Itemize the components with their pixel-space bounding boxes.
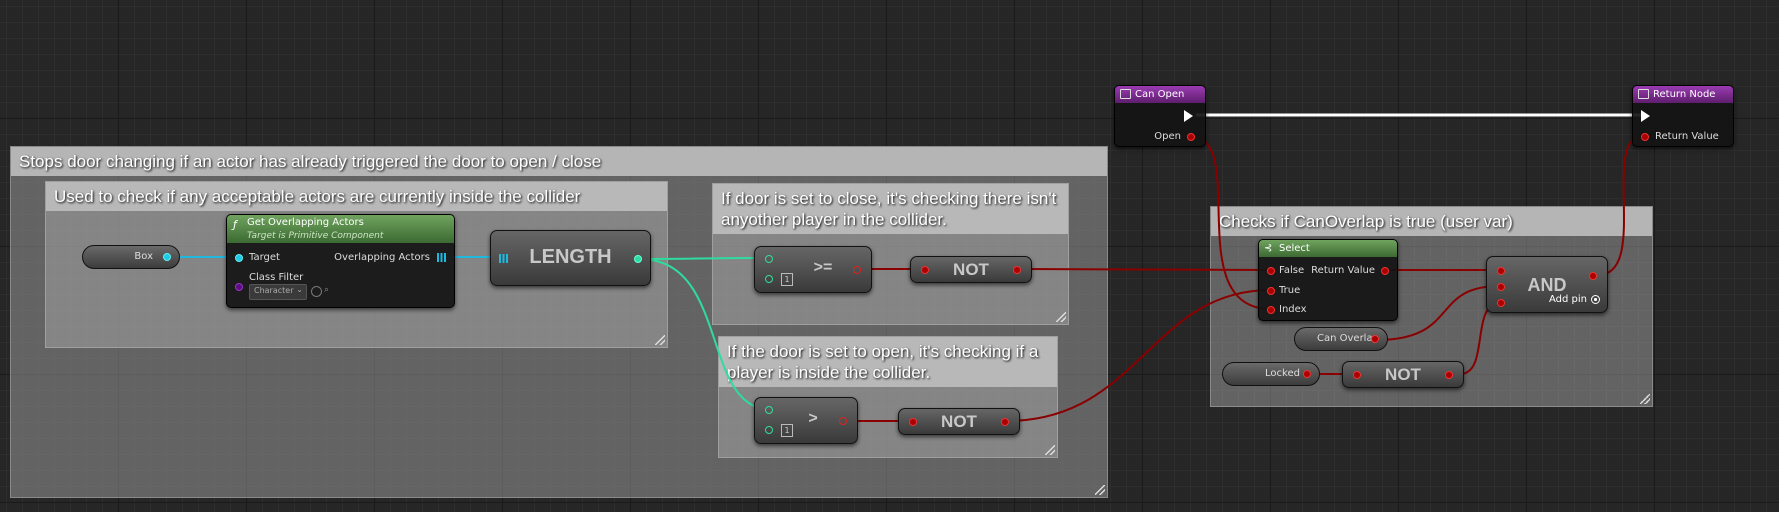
- gt-output-pin[interactable]: [839, 417, 847, 425]
- locked-label: Locked: [1265, 368, 1300, 379]
- box-output-pin[interactable]: [163, 253, 171, 261]
- and-output-pin[interactable]: [1589, 272, 1597, 280]
- not1-output-pin[interactable]: [1013, 266, 1021, 274]
- return-value-label: Return Value: [1655, 131, 1719, 142]
- use-selected-icon[interactable]: [311, 286, 322, 297]
- ge-output-pin[interactable]: [853, 266, 861, 274]
- can-open-header: Can Open: [1115, 86, 1205, 103]
- resize-grip-icon[interactable]: [655, 335, 665, 345]
- add-pin-label[interactable]: Add pin: [1549, 294, 1587, 305]
- select-true-label: True: [1279, 285, 1301, 296]
- select-index-pin[interactable]: [1267, 306, 1275, 314]
- exec-input-pin[interactable]: [1641, 110, 1650, 122]
- chevron-down-icon: ⌄: [296, 285, 303, 294]
- can-overlap-label: Can Overlap: [1317, 333, 1379, 344]
- can-overlap-variable[interactable]: Can Overlap: [1294, 327, 1388, 351]
- select-false-label: False: [1279, 265, 1305, 276]
- resize-grip-icon[interactable]: [1095, 485, 1105, 495]
- select-title: Select: [1279, 243, 1310, 254]
- class-filter-pin[interactable]: [235, 283, 243, 291]
- box-label: Box: [134, 251, 153, 262]
- greater-equal-node[interactable]: 1 >=: [754, 246, 872, 293]
- select-return-label: Return Value: [1311, 265, 1375, 276]
- select-output-pin[interactable]: [1381, 267, 1389, 275]
- comment-overlap-title: Used to check if any acceptable actors a…: [46, 182, 667, 211]
- class-filter-value: Character: [254, 286, 294, 295]
- resize-grip-icon[interactable]: [1045, 445, 1055, 455]
- return-node-title: Return Node: [1653, 89, 1716, 100]
- resize-grip-icon[interactable]: [1056, 312, 1066, 322]
- not3-output-pin[interactable]: [1445, 371, 1453, 379]
- array-output-pin-icon[interactable]: [437, 253, 446, 262]
- resize-grip-icon[interactable]: [1640, 394, 1650, 404]
- not-node-3[interactable]: NOT: [1342, 361, 1464, 388]
- length-output-pin[interactable]: [634, 255, 642, 263]
- target-input-pin[interactable]: [235, 254, 243, 262]
- select-icon: ⊰: [1264, 243, 1273, 254]
- comment-outer-title: Stops door changing if an actor has alre…: [11, 147, 1107, 176]
- comment-canoverlap-title: Checks if CanOverlap is true (user var): [1211, 207, 1652, 236]
- get-overlapping-actors-node[interactable]: ƒ Get Overlapping Actors Target is Primi…: [226, 214, 455, 308]
- function-entry-icon: [1120, 89, 1131, 99]
- locked-output-pin[interactable]: [1303, 370, 1311, 378]
- not-node-2[interactable]: NOT: [898, 408, 1020, 435]
- select-header: ⊰ Select: [1259, 240, 1397, 257]
- select-index-label: Index: [1279, 304, 1307, 315]
- comment-open-title: If the door is set to open, it's checkin…: [719, 337, 1057, 387]
- function-result-icon: [1638, 89, 1649, 99]
- ge-input-a-pin[interactable]: [765, 255, 773, 263]
- not-node-1[interactable]: NOT: [910, 256, 1032, 283]
- not2-output-pin[interactable]: [1001, 418, 1009, 426]
- open-output-pin[interactable]: [1187, 133, 1195, 141]
- comment-close-title: If door is set to close, it's checking t…: [713, 184, 1068, 234]
- class-filter-dropdown[interactable]: Character ⌄: [249, 284, 307, 300]
- greater-node[interactable]: 1 >: [754, 397, 858, 444]
- return-value-pin[interactable]: [1641, 133, 1649, 141]
- browse-search-icon[interactable]: ⌕: [324, 285, 329, 295]
- can-overlap-output-pin[interactable]: [1371, 335, 1379, 343]
- and-input-a-pin[interactable]: [1497, 267, 1505, 275]
- get-overlapping-title: Get Overlapping Actors: [247, 217, 364, 228]
- length-node[interactable]: LENGTH: [490, 230, 651, 286]
- locked-variable[interactable]: Locked: [1222, 362, 1320, 386]
- exec-output-pin[interactable]: [1184, 110, 1193, 122]
- and-node[interactable]: AND Add pin: [1486, 256, 1608, 313]
- ge-input-b-pin[interactable]: [765, 275, 773, 283]
- return-node-header: Return Node: [1633, 86, 1733, 103]
- get-overlapping-subtitle: Target is Primitive Component: [247, 231, 384, 241]
- select-node[interactable]: ⊰ Select False Return Value True Index: [1258, 239, 1398, 321]
- overlapping-actors-label: Overlapping Actors: [334, 252, 430, 263]
- open-label: Open: [1154, 131, 1181, 142]
- can-open-node[interactable]: Can Open Open: [1114, 85, 1206, 147]
- can-open-title: Can Open: [1135, 89, 1185, 100]
- length-label: LENGTH: [529, 246, 612, 268]
- function-icon: ƒ: [233, 218, 237, 231]
- and-input-c-pin[interactable]: [1497, 299, 1505, 307]
- box-variable[interactable]: Box: [82, 245, 180, 269]
- class-filter-label: Class Filter: [249, 272, 304, 283]
- get-overlapping-header: ƒ Get Overlapping Actors Target is Primi…: [227, 215, 454, 243]
- target-label: Target: [249, 252, 280, 263]
- select-true-pin[interactable]: [1267, 287, 1275, 295]
- return-node[interactable]: Return Node Return Value: [1632, 85, 1734, 147]
- add-pin-icon[interactable]: [1591, 295, 1600, 304]
- select-false-pin[interactable]: [1267, 267, 1275, 275]
